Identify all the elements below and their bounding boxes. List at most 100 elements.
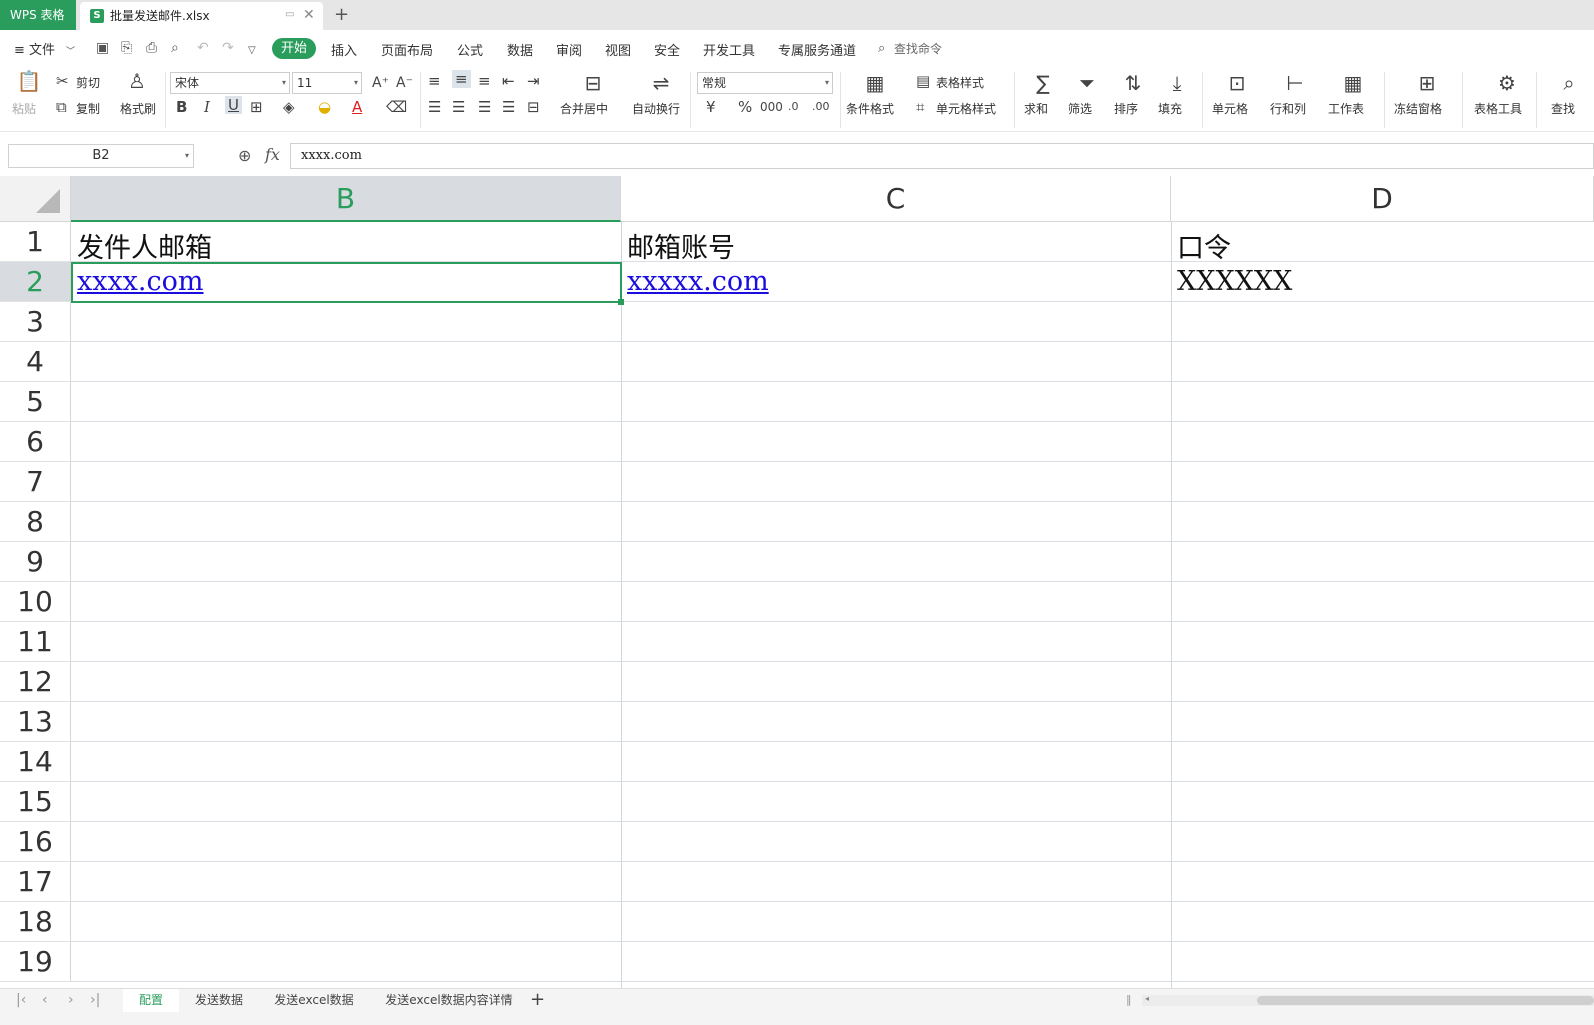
split-handle[interactable]: ‖ xyxy=(1126,993,1132,1006)
underline-icon[interactable]: U xyxy=(225,96,242,114)
indent-decrease-icon[interactable]: ⇤ xyxy=(502,72,515,90)
column-header-c[interactable]: C xyxy=(621,176,1171,222)
row-header-7[interactable]: 7 xyxy=(0,462,71,502)
formula-input[interactable]: xxxx.com xyxy=(290,143,1594,169)
first-sheet-icon[interactable]: |‹ xyxy=(16,992,26,1008)
percent-icon[interactable]: % xyxy=(738,98,752,116)
indent-increase-icon[interactable]: ⇥ xyxy=(527,72,540,90)
next-sheet-icon[interactable]: › xyxy=(68,992,74,1008)
eraser-icon[interactable]: ⌫ xyxy=(386,98,407,116)
table-style-button[interactable]: 表格样式 xyxy=(936,74,984,91)
row-header-15[interactable]: 15 xyxy=(0,782,71,822)
paste-button[interactable]: 粘贴 xyxy=(12,100,36,117)
currency-icon[interactable]: ¥ xyxy=(706,98,716,116)
cell-style-button[interactable]: 单元格样式 xyxy=(936,100,996,117)
align-top-icon[interactable]: ≡ xyxy=(428,72,441,90)
justify-icon[interactable]: ☰ xyxy=(502,98,515,116)
last-sheet-icon[interactable]: ›| xyxy=(90,992,100,1008)
cell-d1[interactable]: 口令 xyxy=(1177,226,1231,265)
row-header-14[interactable]: 14 xyxy=(0,742,71,782)
row-header-1[interactable]: 1 xyxy=(0,222,71,262)
tab-developer[interactable]: 开发工具 xyxy=(703,40,755,59)
export-pdf-icon[interactable]: ⎘ xyxy=(121,40,132,56)
row-header-6[interactable]: 6 xyxy=(0,422,71,462)
tab-view[interactable]: 视图 xyxy=(605,40,631,59)
sum-button[interactable]: 求和 xyxy=(1024,100,1048,117)
row-header-2[interactable]: 2 xyxy=(0,262,71,302)
align-bottom-icon[interactable]: ≡ xyxy=(478,72,491,90)
print-preview-icon[interactable]: ⌕ xyxy=(171,40,179,56)
column-header-b[interactable]: B xyxy=(71,176,621,222)
align-right-icon[interactable]: ☰ xyxy=(478,98,491,116)
save-icon[interactable]: ▣ xyxy=(96,40,109,56)
cell-c2[interactable]: xxxxx.com xyxy=(627,266,769,297)
scroll-left-icon[interactable]: ◂ xyxy=(1145,994,1149,1003)
row-header-16[interactable]: 16 xyxy=(0,822,71,862)
worksheet-button[interactable]: 工作表 xyxy=(1328,100,1364,117)
print-icon[interactable]: ⎙ xyxy=(146,40,157,56)
increase-decimal-icon[interactable]: .0 xyxy=(788,98,799,116)
highlight-icon[interactable]: ◒ xyxy=(318,98,331,116)
paste-icon[interactable]: 📋 xyxy=(16,70,42,92)
copy-button[interactable]: 复制 xyxy=(76,100,100,117)
conditional-format-button[interactable]: 条件格式 xyxy=(846,100,894,117)
tab-exclusive-service[interactable]: 专属服务通道 xyxy=(778,40,856,59)
font-color-icon[interactable]: A xyxy=(352,98,362,116)
tab-review[interactable]: 审阅 xyxy=(556,40,582,59)
undo-icon[interactable]: ↶ xyxy=(197,40,209,56)
row-header-11[interactable]: 11 xyxy=(0,622,71,662)
row-header-4[interactable]: 4 xyxy=(0,342,71,382)
row-header-13[interactable]: 13 xyxy=(0,702,71,742)
fill-handle[interactable] xyxy=(618,299,624,305)
cell-d2[interactable]: XXXXXX xyxy=(1177,266,1292,297)
filter-button[interactable]: 筛选 xyxy=(1068,100,1092,117)
sheet-tab-send-excel-detail[interactable]: 发送excel数据内容详情 xyxy=(372,989,526,1012)
tab-insert[interactable]: 插入 xyxy=(331,40,357,59)
row-header-5[interactable]: 5 xyxy=(0,382,71,422)
name-box[interactable]: B2 ▾ xyxy=(8,144,194,168)
fill-button[interactable]: 填充 xyxy=(1158,100,1182,117)
find-button[interactable]: 查找 xyxy=(1551,100,1575,117)
chevron-down-icon[interactable]: ﹀ xyxy=(66,44,75,60)
zoom-icon[interactable]: ⊕ xyxy=(238,146,251,165)
row-header-10[interactable]: 10 xyxy=(0,582,71,622)
horizontal-scrollbar[interactable]: ◂ xyxy=(1142,994,1594,1006)
function-icon[interactable]: fx xyxy=(265,145,280,164)
row-header-17[interactable]: 17 xyxy=(0,862,71,902)
sort-button[interactable]: 排序 xyxy=(1114,100,1138,117)
freeze-panes-button[interactable]: 冻结窗格 xyxy=(1394,100,1442,117)
decrease-decimal-icon[interactable]: .00 xyxy=(812,98,830,116)
row-header-12[interactable]: 12 xyxy=(0,662,71,702)
tab-security[interactable]: 安全 xyxy=(654,40,680,59)
table-tools-button[interactable]: 表格工具 xyxy=(1474,100,1522,117)
merge-center-button[interactable]: 合并居中 xyxy=(560,100,608,117)
increase-font-icon[interactable]: A⁺ xyxy=(372,74,389,92)
fill-color-icon[interactable]: ◈ xyxy=(283,98,295,116)
thousands-icon[interactable]: 000 xyxy=(760,98,783,116)
cell-button[interactable]: 单元格 xyxy=(1212,100,1248,117)
tab-home[interactable]: 开始 xyxy=(272,38,316,59)
add-sheet-button[interactable]: + xyxy=(530,989,545,1011)
customize-quickbar-icon[interactable]: ▽ xyxy=(248,43,256,59)
sheet-tab-send-data[interactable]: 发送数据 xyxy=(182,989,256,1012)
bold-icon[interactable]: B xyxy=(176,98,187,116)
window-pin-icon[interactable]: ▭ xyxy=(285,10,297,20)
row-header-18[interactable]: 18 xyxy=(0,902,71,942)
close-tab-icon[interactable]: ✕ xyxy=(303,7,315,23)
wrap-text-button[interactable]: 自动换行 xyxy=(632,100,680,117)
document-tab[interactable]: S 批量发送邮件.xlsx ▭ ✕ xyxy=(80,2,323,30)
align-left-icon[interactable]: ☰ xyxy=(428,98,441,116)
tab-formulas[interactable]: 公式 xyxy=(457,40,483,59)
font-size-select[interactable]: 11 ▾ xyxy=(292,72,362,94)
border-icon[interactable]: ⊞ xyxy=(250,98,263,116)
row-col-button[interactable]: 行和列 xyxy=(1270,100,1306,117)
tab-page-layout[interactable]: 页面布局 xyxy=(381,40,433,59)
cell-c1[interactable]: 邮箱账号 xyxy=(627,226,735,265)
search-command-input[interactable]: 查找命令 xyxy=(894,40,942,57)
row-header-8[interactable]: 8 xyxy=(0,502,71,542)
align-center-icon[interactable]: ☰ xyxy=(452,98,465,116)
select-all-corner[interactable] xyxy=(0,176,71,222)
row-header-3[interactable]: 3 xyxy=(0,302,71,342)
redo-icon[interactable]: ↷ xyxy=(222,40,234,56)
row-header-9[interactable]: 9 xyxy=(0,542,71,582)
